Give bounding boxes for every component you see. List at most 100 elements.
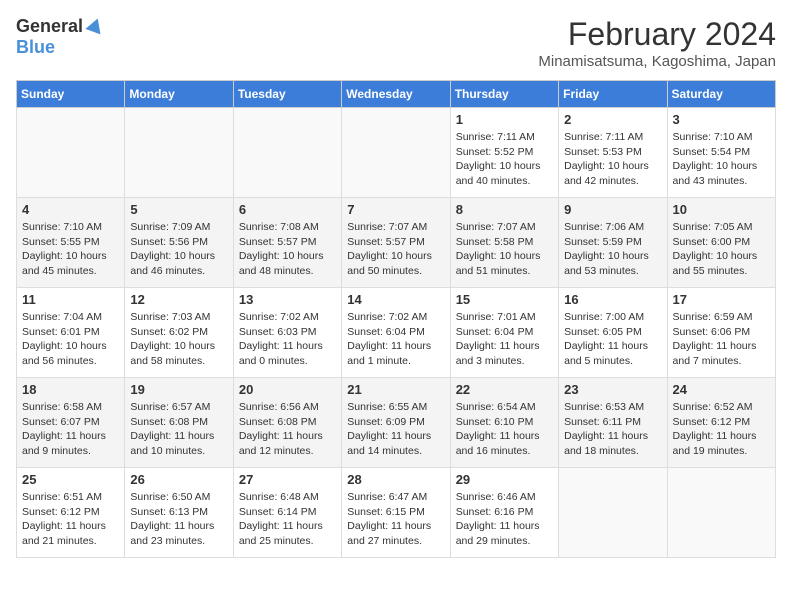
day-info: Sunrise: 6:47 AM Sunset: 6:15 PM Dayligh…: [347, 490, 444, 549]
calendar-cell: 27Sunrise: 6:48 AM Sunset: 6:14 PM Dayli…: [233, 468, 341, 558]
day-info: Sunrise: 7:07 AM Sunset: 5:57 PM Dayligh…: [347, 220, 444, 279]
day-info: Sunrise: 6:55 AM Sunset: 6:09 PM Dayligh…: [347, 400, 444, 459]
day-number: 26: [130, 472, 227, 487]
page-header: General Blue February 2024 Minamisatsuma…: [16, 16, 776, 70]
day-info: Sunrise: 7:01 AM Sunset: 6:04 PM Dayligh…: [456, 310, 553, 369]
calendar-cell: 6 Sunrise: 7:08 AM Sunset: 5:57 PM Daylig…: [233, 198, 341, 288]
logo-icon: [85, 16, 105, 36]
day-number: 7: [347, 202, 444, 217]
day-info: Sunrise: 6:52 AM Sunset: 6:12 PM Dayligh…: [673, 400, 770, 459]
calendar-week-row: 4Sunrise: 7:10 AM Sunset: 5:55 PM Daylig…: [17, 198, 776, 288]
day-number: 14: [347, 292, 444, 307]
day-number: 18: [22, 382, 119, 397]
calendar-cell: 18 Sunrise: 6:58 AM Sunset: 6:07 PM Dayli…: [17, 378, 125, 468]
day-number: 4: [22, 202, 119, 217]
day-number: 22: [456, 382, 553, 397]
column-header-wednesday: Wednesday: [342, 81, 450, 108]
day-number: 20: [239, 382, 336, 397]
calendar-cell: [667, 468, 775, 558]
day-number: 6: [239, 202, 336, 217]
calendar-cell: 9 Sunrise: 7:06 AM Sunset: 5:59 PM Daylig…: [559, 198, 667, 288]
logo: General Blue: [16, 16, 105, 58]
calendar-cell: 13 Sunrise: 7:02 AM Sunset: 6:03 PM Dayli…: [233, 288, 341, 378]
calendar-cell: 21 Sunrise: 6:55 AM Sunset: 6:09 PM Dayli…: [342, 378, 450, 468]
calendar-cell: 2 Sunrise: 7:11 AM Sunset: 5:53 PM Daylig…: [559, 108, 667, 198]
location-title: Minamisatsuma, Kagoshima, Japan: [538, 53, 776, 70]
day-info: Sunrise: 7:03 AM Sunset: 6:02 PM Dayligh…: [130, 310, 227, 369]
calendar-cell: [17, 108, 125, 198]
calendar-week-row: 25 Sunrise: 6:51 AM Sunset: 6:12 PM Dayli…: [17, 468, 776, 558]
day-number: 2: [564, 112, 661, 127]
calendar-cell: 23Sunrise: 6:53 AM Sunset: 6:11 PM Dayli…: [559, 378, 667, 468]
column-header-friday: Friday: [559, 81, 667, 108]
day-info: Sunrise: 6:46 AM Sunset: 6:16 PM Dayligh…: [456, 490, 553, 549]
day-number: 19: [130, 382, 227, 397]
column-header-monday: Monday: [125, 81, 233, 108]
day-number: 28: [347, 472, 444, 487]
calendar-cell: 1 Sunrise: 7:11 AM Sunset: 5:52 PM Daylig…: [450, 108, 558, 198]
calendar-cell: [125, 108, 233, 198]
day-number: 13: [239, 292, 336, 307]
day-number: 10: [673, 202, 770, 217]
calendar-cell: 14 Sunrise: 7:02 AM Sunset: 6:04 PM Dayli…: [342, 288, 450, 378]
calendar-cell: 3Sunrise: 7:10 AM Sunset: 5:54 PM Daylig…: [667, 108, 775, 198]
calendar-cell: 19 Sunrise: 6:57 AM Sunset: 6:08 PM Dayli…: [125, 378, 233, 468]
calendar-cell: 26 Sunrise: 6:50 AM Sunset: 6:13 PM Dayli…: [125, 468, 233, 558]
day-number: 15: [456, 292, 553, 307]
day-number: 16: [564, 292, 661, 307]
day-number: 5: [130, 202, 227, 217]
calendar-cell: 8 Sunrise: 7:07 AM Sunset: 5:58 PM Daylig…: [450, 198, 558, 288]
day-info: Sunrise: 6:48 AM Sunset: 6:14 PM Dayligh…: [239, 490, 336, 549]
calendar-cell: 15 Sunrise: 7:01 AM Sunset: 6:04 PM Dayli…: [450, 288, 558, 378]
calendar-cell: 28 Sunrise: 6:47 AM Sunset: 6:15 PM Dayli…: [342, 468, 450, 558]
day-info: Sunrise: 6:53 AM Sunset: 6:11 PM Dayligh…: [564, 400, 661, 459]
month-title: February 2024: [538, 16, 776, 53]
calendar-week-row: 11 Sunrise: 7:04 AM Sunset: 6:01 PM Dayli…: [17, 288, 776, 378]
day-info: Sunrise: 7:11 AM Sunset: 5:53 PM Dayligh…: [564, 130, 661, 189]
day-info: Sunrise: 7:02 AM Sunset: 6:03 PM Dayligh…: [239, 310, 336, 369]
day-info: Sunrise: 7:11 AM Sunset: 5:52 PM Dayligh…: [456, 130, 553, 189]
calendar-week-row: 1 Sunrise: 7:11 AM Sunset: 5:52 PM Daylig…: [17, 108, 776, 198]
calendar-cell: 24 Sunrise: 6:52 AM Sunset: 6:12 PM Dayli…: [667, 378, 775, 468]
calendar-cell: 7 Sunrise: 7:07 AM Sunset: 5:57 PM Daylig…: [342, 198, 450, 288]
day-number: 9: [564, 202, 661, 217]
calendar-cell: 11 Sunrise: 7:04 AM Sunset: 6:01 PM Dayli…: [17, 288, 125, 378]
day-info: Sunrise: 7:07 AM Sunset: 5:58 PM Dayligh…: [456, 220, 553, 279]
day-info: Sunrise: 6:56 AM Sunset: 6:08 PM Dayligh…: [239, 400, 336, 459]
day-number: 11: [22, 292, 119, 307]
calendar-cell: [559, 468, 667, 558]
day-info: Sunrise: 6:51 AM Sunset: 6:12 PM Dayligh…: [22, 490, 119, 549]
day-number: 17: [673, 292, 770, 307]
column-header-sunday: Sunday: [17, 81, 125, 108]
calendar-cell: 22Sunrise: 6:54 AM Sunset: 6:10 PM Dayli…: [450, 378, 558, 468]
day-number: 21: [347, 382, 444, 397]
day-info: Sunrise: 7:05 AM Sunset: 6:00 PM Dayligh…: [673, 220, 770, 279]
day-number: 3: [673, 112, 770, 127]
logo-general-text: General: [16, 16, 83, 37]
day-info: Sunrise: 6:57 AM Sunset: 6:08 PM Dayligh…: [130, 400, 227, 459]
day-number: 8: [456, 202, 553, 217]
calendar-cell: 17 Sunrise: 6:59 AM Sunset: 6:06 PM Dayli…: [667, 288, 775, 378]
day-info: Sunrise: 7:02 AM Sunset: 6:04 PM Dayligh…: [347, 310, 444, 369]
column-header-tuesday: Tuesday: [233, 81, 341, 108]
day-number: 1: [456, 112, 553, 127]
calendar-cell: 10 Sunrise: 7:05 AM Sunset: 6:00 PM Dayli…: [667, 198, 775, 288]
day-number: 24: [673, 382, 770, 397]
logo-blue-text: Blue: [16, 37, 55, 58]
calendar-cell: 20 Sunrise: 6:56 AM Sunset: 6:08 PM Dayli…: [233, 378, 341, 468]
day-info: Sunrise: 6:58 AM Sunset: 6:07 PM Dayligh…: [22, 400, 119, 459]
calendar-cell: 4Sunrise: 7:10 AM Sunset: 5:55 PM Daylig…: [17, 198, 125, 288]
day-number: 12: [130, 292, 227, 307]
calendar-week-row: 18 Sunrise: 6:58 AM Sunset: 6:07 PM Dayli…: [17, 378, 776, 468]
day-number: 29: [456, 472, 553, 487]
day-info: Sunrise: 6:59 AM Sunset: 6:06 PM Dayligh…: [673, 310, 770, 369]
calendar-cell: 25 Sunrise: 6:51 AM Sunset: 6:12 PM Dayli…: [17, 468, 125, 558]
day-info: Sunrise: 7:04 AM Sunset: 6:01 PM Dayligh…: [22, 310, 119, 369]
day-number: 25: [22, 472, 119, 487]
day-info: Sunrise: 7:06 AM Sunset: 5:59 PM Dayligh…: [564, 220, 661, 279]
column-header-thursday: Thursday: [450, 81, 558, 108]
calendar-cell: 29 Sunrise: 6:46 AM Sunset: 6:16 PM Dayli…: [450, 468, 558, 558]
day-info: Sunrise: 6:50 AM Sunset: 6:13 PM Dayligh…: [130, 490, 227, 549]
day-info: Sunrise: 7:08 AM Sunset: 5:57 PM Dayligh…: [239, 220, 336, 279]
calendar-cell: [233, 108, 341, 198]
